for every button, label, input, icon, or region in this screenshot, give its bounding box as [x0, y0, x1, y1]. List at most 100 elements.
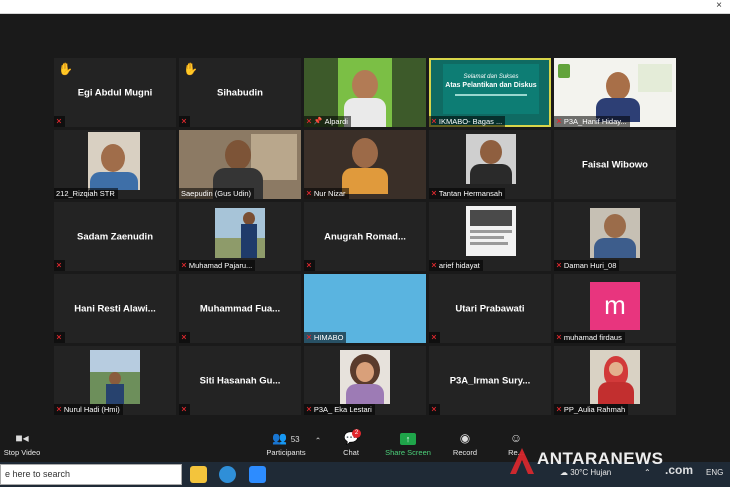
- participant-name: P3A_Irman Sury...: [449, 375, 531, 386]
- participant-tile[interactable]: ⨯ P3A_ Eka Lestari: [304, 346, 426, 415]
- participant-label: 212_Rizqiah STR: [54, 188, 118, 199]
- share-screen-button[interactable]: ↑ Share Screen: [382, 432, 434, 457]
- participant-tile-active-speaker[interactable]: Selamat dan Sukses Atas Pelantikan dan D…: [429, 58, 551, 127]
- video-feed: [215, 208, 265, 258]
- participant-tile[interactable]: ⨯ 📌 Alpardi: [304, 58, 426, 127]
- participant-tile[interactable]: ⨯ P3A_Hanif Hiday...: [554, 58, 676, 127]
- participant-label: ⨯ 📌 Alpardi: [304, 116, 351, 127]
- participant-tile[interactable]: Muhammad Fua... ⨯: [179, 274, 301, 343]
- participant-name: Sadam Zaenudin: [76, 231, 153, 242]
- participant-label: ⨯ P3A_ Eka Lestari: [304, 404, 375, 415]
- mic-muted-icon: ⨯: [306, 118, 312, 125]
- chat-icon: 💬 2: [336, 429, 366, 445]
- mic-muted-icon: ⨯: [556, 262, 562, 269]
- video-feed: [88, 132, 140, 190]
- participant-tile[interactable]: Sadam Zaenudin ⨯: [54, 202, 176, 271]
- logo-icon: [558, 64, 570, 78]
- mic-muted-icon: ⨯: [431, 406, 437, 413]
- slide-line: Selamat dan Sukses: [463, 74, 519, 80]
- close-icon[interactable]: ×: [716, 0, 722, 12]
- participant-tile[interactable]: ⨯ Nurul Hadi (Hmi): [54, 346, 176, 415]
- mic-muted-icon: ⨯: [556, 118, 562, 125]
- antaranews-watermark: ANTARANEWS .com: [505, 438, 730, 486]
- participant-tile[interactable]: ⨯ Daman Huri_08: [554, 202, 676, 271]
- participant-tile[interactable]: ✋ Sihabudin ⨯: [179, 58, 301, 127]
- muted-label: ⨯: [54, 332, 65, 343]
- raised-hand-icon: ✋: [183, 62, 198, 76]
- participant-tile[interactable]: m ⨯ muhamad firdaus: [554, 274, 676, 343]
- participant-tile[interactable]: ✋ Egi Abdul Mugni ⨯: [54, 58, 176, 127]
- participant-tile[interactable]: Hani Resti Alawi... ⨯: [54, 274, 176, 343]
- record-icon: ◉: [459, 431, 471, 445]
- record-button[interactable]: ◉ Record: [448, 431, 482, 458]
- participant-tile[interactable]: Utari Prabawati ⨯: [429, 274, 551, 343]
- participant-tile[interactable]: ⨯ Tantan Hermansah: [429, 130, 551, 199]
- chat-badge: 2: [352, 429, 361, 438]
- mic-muted-icon: ⨯: [56, 118, 62, 125]
- watermark-suffix: .com: [665, 463, 694, 477]
- participant-tile[interactable]: Saepudin (Gus Udin): [179, 130, 301, 199]
- mic-muted-icon: ⨯: [56, 334, 62, 341]
- video-feed: [590, 208, 640, 258]
- file-explorer-icon[interactable]: [190, 466, 207, 483]
- video-feed: [340, 350, 390, 404]
- participant-tile[interactable]: ⨯ Nur Nizar: [304, 130, 426, 199]
- meeting-stage: ✋ Egi Abdul Mugni ⨯ ✋ Sihabudin ⨯ ⨯ 📌 Alpa…: [0, 14, 730, 428]
- mic-muted-icon: ⨯: [56, 262, 62, 269]
- participants-icon: 👥 53: [272, 431, 300, 445]
- mic-muted-icon: ⨯: [306, 262, 312, 269]
- video-feed: [340, 134, 390, 194]
- video-feed: [596, 72, 640, 122]
- slide-line: Atas Pelantikan dan Diskus: [445, 82, 537, 89]
- profile-image: [466, 206, 516, 256]
- participant-tile[interactable]: Anugrah Romad... ⨯: [304, 202, 426, 271]
- participants-options-chevron-icon[interactable]: ⌃: [312, 436, 324, 445]
- pin-icon: 📌: [313, 118, 323, 125]
- video-feed: [90, 350, 140, 404]
- mic-muted-icon: ⨯: [181, 262, 187, 269]
- video-feed: [590, 350, 640, 404]
- participant-tile[interactable]: ⨯ Muhamad Pajaru...: [179, 202, 301, 271]
- mic-muted-icon: ⨯: [306, 406, 312, 413]
- participant-label: ⨯ PP_Aulia Rahmah: [554, 404, 629, 415]
- share-screen-icon: ↑: [382, 432, 434, 445]
- participant-tile[interactable]: Siti Hasanah Gu... ⨯: [179, 346, 301, 415]
- participant-tile[interactable]: Faisal Wibowo: [554, 130, 676, 199]
- taskbar-search-input[interactable]: e here to search: [0, 464, 182, 485]
- zoom-app-icon[interactable]: [249, 466, 266, 483]
- raised-hand-icon: ✋: [58, 62, 73, 76]
- muted-label: ⨯: [179, 332, 190, 343]
- mic-muted-icon: ⨯: [431, 190, 437, 197]
- participant-tile[interactable]: ⨯ HIMABO: [304, 274, 426, 343]
- mic-muted-icon: ⨯: [306, 334, 312, 341]
- mic-muted-icon: ⨯: [431, 262, 437, 269]
- mic-muted-icon: ⨯: [181, 406, 187, 413]
- participant-tile[interactable]: 212_Rizqiah STR: [54, 130, 176, 199]
- participant-tile[interactable]: ⨯ arief hidayat: [429, 202, 551, 271]
- edge-browser-icon[interactable]: [219, 466, 236, 483]
- mic-muted-icon: ⨯: [56, 406, 62, 413]
- participant-name: Sihabudin: [217, 87, 263, 98]
- participants-button[interactable]: 👥 53 Participants: [262, 431, 310, 458]
- muted-label: ⨯: [179, 404, 190, 415]
- participant-name: Hani Resti Alawi...: [74, 303, 156, 314]
- chat-button[interactable]: 💬 2 Chat: [336, 429, 366, 457]
- participant-label: ⨯ Nur Nizar: [304, 188, 349, 199]
- participant-label: ⨯ Daman Huri_08: [554, 260, 620, 271]
- participant-label: ⨯ arief hidayat: [429, 260, 483, 271]
- shared-slide: Selamat dan Sukses Atas Pelantikan dan D…: [443, 64, 539, 114]
- muted-label: ⨯: [179, 116, 190, 127]
- avatar: m: [590, 282, 640, 330]
- muted-label: ⨯: [54, 116, 65, 127]
- muted-label: ⨯: [54, 260, 65, 271]
- muted-label: ⨯: [304, 260, 315, 271]
- banner-graphic: [638, 64, 672, 92]
- participant-label: ⨯ IKMABO- Bagas ...: [429, 116, 506, 127]
- participants-count: 53: [290, 435, 300, 444]
- participant-tile[interactable]: P3A_Irman Sury... ⨯: [429, 346, 551, 415]
- participant-label: ⨯ Tantan Hermansah: [429, 188, 506, 199]
- muted-label: ⨯: [429, 332, 440, 343]
- participant-label: ⨯ Nurul Hadi (Hmi): [54, 404, 123, 415]
- participant-tile[interactable]: ⨯ PP_Aulia Rahmah: [554, 346, 676, 415]
- stop-video-button[interactable]: ■◂ Stop Video: [2, 432, 42, 458]
